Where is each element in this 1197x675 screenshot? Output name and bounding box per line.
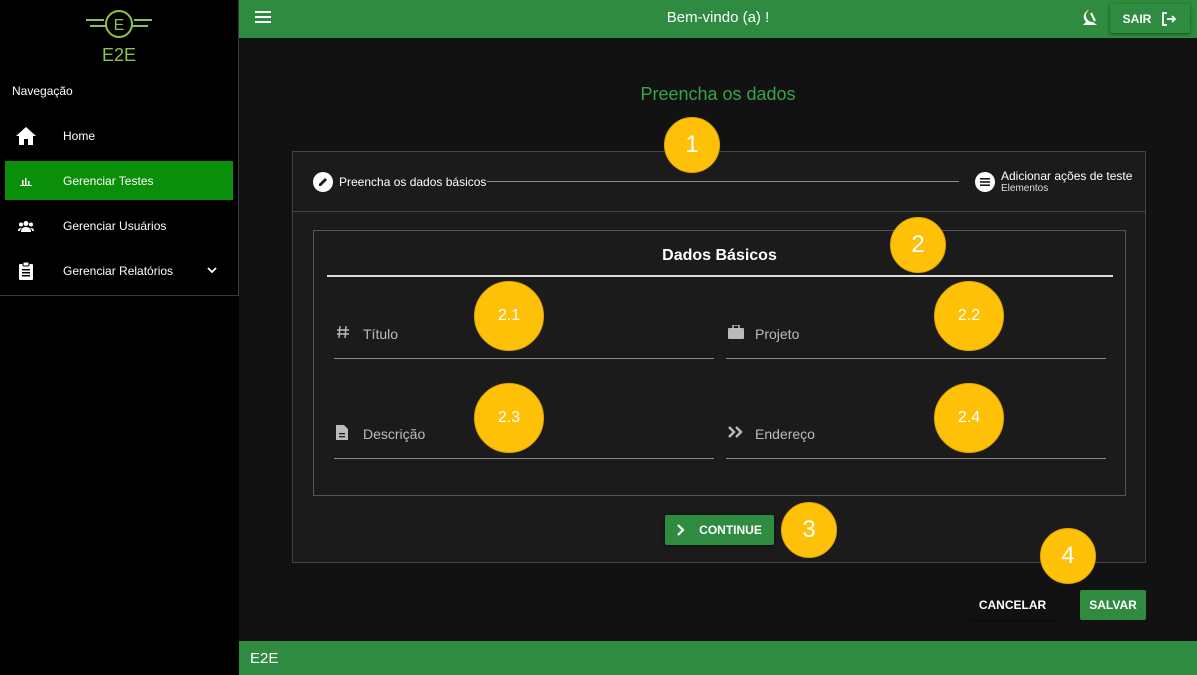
cancel-button[interactable]: CANCELAR [970, 590, 1055, 620]
annotation-marker-2-4: 2.4 [934, 383, 1004, 453]
sidebar-item-gerenciar-testes[interactable]: Gerenciar Testes [5, 161, 233, 200]
chart-icon [15, 170, 37, 192]
logo-letter: E [114, 17, 125, 34]
logout-icon [1162, 11, 1177, 26]
nav-heading: Navegação [12, 84, 73, 98]
annotation-marker-3: 3 [781, 502, 837, 558]
step-basic-data[interactable]: Preencha os dados básicos [313, 172, 486, 192]
welcome-text: Bem-vindo (a) ! [666, 9, 770, 26]
continue-button[interactable]: CONTINUE [665, 515, 774, 545]
briefcase-icon [728, 324, 744, 341]
annotation-marker-4: 4 [1040, 528, 1096, 584]
sidebar-item-label: Gerenciar Testes [63, 173, 154, 188]
sidebar: E E2E Navegação Home Gerenciar Testes Ge… [0, 0, 239, 675]
users-icon [15, 215, 37, 237]
logout-label: SAIR [1122, 11, 1152, 26]
sidebar-item-label: Home [63, 128, 96, 143]
annotation-marker-2-1: 2.1 [474, 281, 544, 351]
app-logo: E E2E [84, 8, 154, 65]
top-app-bar: Bem-vindo (a) ! SAIR [239, 0, 1197, 38]
annotation-marker-2: 2 [890, 217, 946, 273]
step-connector [487, 181, 959, 182]
logo-text: E2E [101, 45, 137, 65]
sidebar-item-gerenciar-usuarios[interactable]: Gerenciar Usuários [5, 206, 233, 245]
continue-label: CONTINUE [699, 523, 762, 537]
sidebar-item-label: Gerenciar Relatórios [63, 263, 174, 278]
endereco-label: Endereço [755, 426, 815, 442]
home-icon [15, 125, 37, 147]
navigation-drawer: E E2E Navegação Home Gerenciar Testes Ge… [0, 0, 239, 296]
endereco-field[interactable]: Endereço [726, 408, 1106, 459]
annotation-marker-2-3: 2.3 [474, 383, 544, 453]
annotation-marker-1: 1 [664, 117, 720, 173]
list-icon [975, 171, 995, 192]
footer: E2E [239, 641, 1197, 675]
pencil-icon [313, 172, 333, 192]
double-chevron-icon [728, 425, 744, 441]
clipboard-icon [15, 260, 37, 282]
step-sublabel: Elementos [1001, 183, 1049, 194]
hash-icon [336, 325, 352, 341]
sidebar-item-label: Gerenciar Usuários [63, 218, 167, 233]
footer-text: E2E [250, 650, 279, 667]
annotation-marker-2-2: 2.2 [934, 281, 1004, 351]
logout-button[interactable]: SAIR [1110, 4, 1190, 33]
stepper-card: Preencha os dados básicos Adicionar açõe… [292, 151, 1146, 563]
theme-toggle-icon[interactable] [1082, 9, 1100, 27]
sidebar-item-gerenciar-relatorios[interactable]: Gerenciar Relatórios [5, 251, 233, 290]
basic-data-box: Dados Básicos Título Projeto Descrição E [313, 230, 1126, 496]
document-icon [336, 425, 352, 441]
titulo-label: Título [363, 326, 399, 342]
step-label: Adicionar ações de teste [1001, 169, 1133, 183]
projeto-field[interactable]: Projeto [726, 308, 1106, 359]
page-title: Preencha os dados [640, 84, 796, 104]
projeto-label: Projeto [755, 326, 800, 342]
descricao-label: Descrição [363, 426, 426, 442]
chevron-right-icon [677, 524, 685, 536]
box-divider [327, 275, 1113, 277]
chevron-down-icon [207, 263, 217, 277]
sidebar-item-home[interactable]: Home [5, 116, 233, 155]
save-button[interactable]: SALVAR [1080, 590, 1146, 620]
step-test-actions[interactable]: Adicionar ações de teste Elementos [975, 169, 1132, 194]
step-label: Preencha os dados básicos [339, 175, 487, 189]
stepper-header: Preencha os dados básicos Adicionar açõe… [293, 152, 1145, 212]
box-title: Dados Básicos [662, 247, 777, 264]
